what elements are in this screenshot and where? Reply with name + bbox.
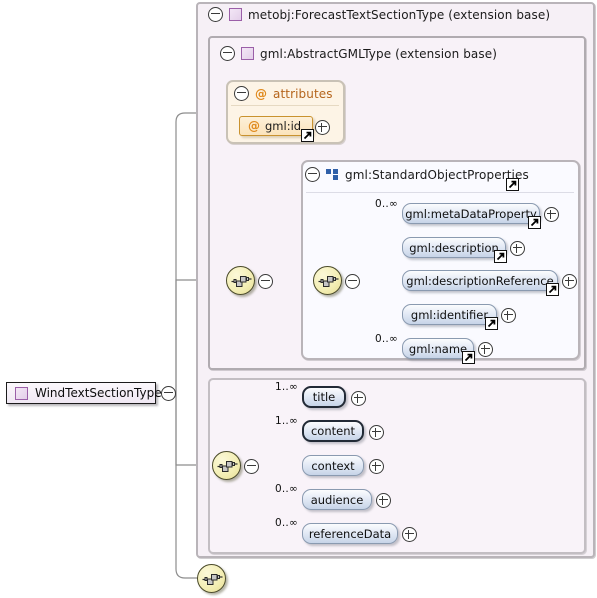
root-type-node[interactable]: WindTextSectionType [6, 382, 162, 404]
element-node-gml-descriptionreference[interactable]: gml:descriptionReference [402, 270, 558, 291]
reference-arrow-icon[interactable] [506, 178, 519, 191]
element-label: context [311, 458, 355, 473]
element-node-context[interactable]: context [302, 455, 364, 476]
expander-plus-icon[interactable] [510, 241, 525, 256]
panel-title: gml:AbstractGMLType (extension base) [260, 46, 498, 61]
element-node-gml-metadataproperty[interactable]: gml:metaDataProperty [402, 203, 540, 224]
reference-arrow-icon[interactable] [494, 250, 507, 263]
element-label: gml:name [408, 341, 468, 356]
collapse-minus-icon[interactable] [220, 46, 235, 61]
expander-plus-icon[interactable] [376, 493, 391, 508]
expander-plus-icon[interactable] [369, 425, 384, 440]
root-collapse-minus-icon[interactable] [161, 386, 176, 401]
panel-title: metobj:ForecastTextSectionType (extensio… [248, 7, 551, 22]
expander-plus-icon[interactable] [501, 308, 516, 323]
element-label: audience [310, 492, 364, 507]
expander-plus-icon[interactable] [315, 120, 330, 135]
occurrence-label: 0..∞ [275, 517, 298, 529]
complex-type-icon [15, 386, 28, 400]
element-node-content[interactable]: content [302, 420, 364, 442]
element-node-audience[interactable]: audience [302, 489, 372, 510]
element-label: title [312, 390, 336, 404]
expander-plus-icon[interactable] [478, 342, 493, 357]
collapse-minus-icon[interactable] [244, 459, 259, 474]
collapse-minus-icon[interactable] [208, 7, 223, 22]
panel-title: attributes [273, 86, 333, 101]
element-label: gml:descriptionReference [406, 273, 554, 288]
element-node-referencedata[interactable]: referenceData [302, 523, 398, 544]
expander-plus-icon[interactable] [544, 207, 559, 222]
sequence-compositor-section[interactable] [212, 451, 241, 480]
expander-plus-icon[interactable] [369, 459, 384, 474]
attribute-icon: @ [248, 119, 260, 133]
sequence-compositor-bottom[interactable] [197, 564, 226, 593]
header-attributes: @ attributes [234, 86, 333, 101]
collapse-minus-icon[interactable] [305, 167, 320, 182]
reference-arrow-icon[interactable] [485, 317, 498, 330]
reference-arrow-icon[interactable] [301, 129, 314, 142]
sequence-compositor-gml-outer[interactable] [226, 266, 255, 295]
collapse-minus-icon[interactable] [345, 274, 360, 289]
expander-plus-icon[interactable] [562, 274, 577, 289]
panel-title: gml:StandardObjectProperties [345, 167, 529, 182]
sequence-compositor-gml-inner[interactable] [313, 266, 342, 295]
collapse-minus-icon[interactable] [234, 86, 249, 101]
complex-type-icon [241, 47, 254, 60]
expander-plus-icon[interactable] [402, 527, 417, 542]
schema-diagram: metobj:ForecastTextSectionType (extensio… [0, 0, 597, 598]
element-label: referenceData [308, 526, 392, 541]
model-group-icon [326, 169, 339, 180]
element-label: gml:metaDataProperty [405, 206, 537, 221]
collapse-minus-icon[interactable] [258, 274, 273, 289]
expander-plus-icon[interactable] [351, 391, 366, 406]
divider-group-header [306, 192, 574, 193]
element-node-gml-description[interactable]: gml:description [402, 237, 506, 258]
occurrence-label: 0..∞ [375, 333, 398, 345]
panel-standard-object-properties [301, 160, 580, 360]
header-forecast-text-section-type: metobj:ForecastTextSectionType (extensio… [208, 7, 550, 22]
reference-arrow-icon[interactable] [462, 351, 475, 364]
attribute-icon: @ [255, 86, 267, 101]
occurrence-label: 1..∞ [275, 381, 298, 393]
element-label: content [310, 424, 356, 438]
element-label: gml:description [409, 240, 499, 255]
element-label: gml:identifier [410, 307, 489, 322]
reference-arrow-icon[interactable] [546, 283, 559, 296]
complex-type-icon [229, 8, 242, 21]
divider-attributes-header [231, 105, 339, 106]
occurrence-label: 0..∞ [275, 483, 298, 495]
occurrence-label: 1..∞ [275, 415, 298, 427]
header-standard-object-properties: gml:StandardObjectProperties [305, 167, 529, 182]
reference-arrow-icon[interactable] [528, 216, 541, 229]
occurrence-label: 0..∞ [375, 198, 398, 210]
attribute-label: gml:id [265, 119, 302, 133]
header-abstract-gml-type: gml:AbstractGMLType (extension base) [220, 46, 497, 61]
element-node-title[interactable]: title [302, 386, 346, 408]
root-type-label: WindTextSectionType [35, 386, 162, 400]
element-node-gml-identifier[interactable]: gml:identifier [402, 304, 497, 325]
